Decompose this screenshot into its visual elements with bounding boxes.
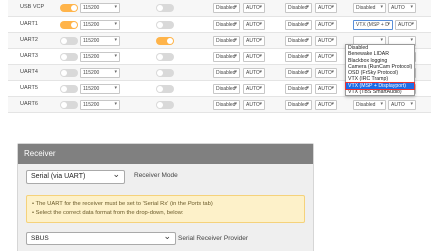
port-name: UART5 xyxy=(20,85,38,91)
telemetry-baud-select[interactable]: AUTO xyxy=(243,52,265,62)
port-name: UART3 xyxy=(20,53,38,59)
sensor-select[interactable]: Disabled xyxy=(285,36,312,46)
note-text: tab) xyxy=(201,201,213,207)
serial-provider-label: Serial Receiver Provider xyxy=(178,235,249,242)
telemetry-baud-select[interactable]: AUTO xyxy=(243,84,265,94)
receiver-mode-label: Receiver Mode xyxy=(134,172,178,179)
peripherals-baud-select[interactable]: AUTO xyxy=(388,3,416,13)
port-row: UART1115200DisabledAUTODisabledAUTOVTX (… xyxy=(8,17,431,33)
sensor-baud-select[interactable]: AUTO xyxy=(315,100,337,110)
serial-rx-toggle[interactable] xyxy=(156,21,174,29)
telemetry-select[interactable]: Disabled xyxy=(213,52,240,62)
port-name: UART1 xyxy=(20,21,38,27)
telemetry-baud-select[interactable]: AUTO xyxy=(243,36,265,46)
msp-baud-select[interactable]: 115200 xyxy=(80,68,120,78)
telemetry-select[interactable]: Disabled xyxy=(213,84,240,94)
msp-baud-select[interactable]: 115200 xyxy=(80,3,120,13)
serial-rx-toggle[interactable] xyxy=(156,85,174,93)
serial-provider-select[interactable]: SBUS xyxy=(26,231,176,245)
port-name: UART6 xyxy=(20,101,38,107)
serial-rx-toggle[interactable] xyxy=(156,4,174,12)
sensor-baud-select[interactable]: AUTO xyxy=(315,36,337,46)
telemetry-select[interactable]: Disabled xyxy=(213,20,240,30)
telemetry-baud-select[interactable]: AUTO xyxy=(243,68,265,78)
msp-toggle[interactable] xyxy=(60,69,78,77)
peripherals-baud-select[interactable]: AUTO xyxy=(395,20,417,30)
telemetry-baud-select[interactable]: AUTO xyxy=(243,20,265,30)
msp-toggle[interactable] xyxy=(60,101,78,109)
peripherals-select[interactable]: VTX (MSP + D xyxy=(353,20,393,30)
serial-rx-toggle[interactable] xyxy=(156,69,174,77)
port-row: UART6115200DisabledAUTODisabledAUTODisab… xyxy=(8,97,431,113)
sensor-select[interactable]: Disabled xyxy=(285,100,312,110)
note-text: • The UART for the receiver must be set … xyxy=(32,201,188,207)
msp-toggle[interactable] xyxy=(60,37,78,45)
receiver-header: Receiver xyxy=(18,144,313,164)
msp-toggle[interactable] xyxy=(60,85,78,93)
telemetry-select[interactable]: Disabled xyxy=(213,100,240,110)
serial-rx-toggle[interactable] xyxy=(156,37,174,45)
port-name: UART4 xyxy=(20,69,38,75)
sensor-select[interactable]: Disabled xyxy=(285,20,312,30)
sensor-select[interactable]: Disabled xyxy=(285,68,312,78)
sensor-baud-select[interactable]: AUTO xyxy=(315,3,337,13)
serial-rx-toggle[interactable] xyxy=(156,101,174,109)
msp-baud-select[interactable]: 115200 xyxy=(80,36,120,46)
msp-baud-select[interactable]: 115200 xyxy=(80,20,120,30)
receiver-mode-select[interactable]: Serial (via UART) xyxy=(26,169,125,184)
peripherals-select[interactable]: Disabled xyxy=(353,3,386,13)
dropdown-option[interactable]: VTX (TBS SmartAudio) xyxy=(346,89,414,95)
telemetry-select[interactable]: Disabled xyxy=(213,36,240,46)
port-row: USB VCP115200DisabledAUTODisabledAUTODis… xyxy=(8,0,431,17)
peripherals-dropdown-list[interactable]: Disabled Benewake LIDAR Blackbox logging Ca… xyxy=(345,44,415,97)
receiver-panel: Receiver Serial (via UART) Receiver Mode… xyxy=(17,143,314,251)
receiver-info-note: • The UART for the receiver must be set … xyxy=(26,195,305,223)
port-name: UART2 xyxy=(20,37,38,43)
msp-toggle[interactable] xyxy=(60,53,78,61)
telemetry-baud-select[interactable]: AUTO xyxy=(243,100,265,110)
msp-baud-select[interactable]: 115200 xyxy=(80,52,120,62)
sensor-baud-select[interactable]: AUTO xyxy=(315,52,337,62)
receiver-note-line-1: • The UART for the receiver must be set … xyxy=(32,200,299,209)
msp-baud-select[interactable]: 115200 xyxy=(80,100,120,110)
telemetry-select[interactable]: Disabled xyxy=(213,3,240,13)
telemetry-select[interactable]: Disabled xyxy=(213,68,240,78)
sensor-baud-select[interactable]: AUTO xyxy=(315,20,337,30)
telemetry-baud-select[interactable]: AUTO xyxy=(243,3,265,13)
msp-toggle[interactable] xyxy=(60,4,78,12)
note-ports-emphasis: Ports xyxy=(187,201,202,207)
msp-toggle[interactable] xyxy=(60,21,78,29)
msp-baud-select[interactable]: 115200 xyxy=(80,84,120,94)
port-name: USB VCP xyxy=(20,4,45,10)
receiver-note-line-2: • Select the correct data format from th… xyxy=(32,210,184,216)
sensor-baud-select[interactable]: AUTO xyxy=(315,68,337,78)
sensor-select[interactable]: Disabled xyxy=(285,3,312,13)
peripherals-select[interactable]: Disabled xyxy=(353,100,386,110)
sensor-baud-select[interactable]: AUTO xyxy=(315,84,337,94)
sensor-select[interactable]: Disabled xyxy=(285,84,312,94)
serial-rx-toggle[interactable] xyxy=(156,53,174,61)
sensor-select[interactable]: Disabled xyxy=(285,52,312,62)
peripherals-baud-select[interactable]: AUTO xyxy=(388,100,416,110)
